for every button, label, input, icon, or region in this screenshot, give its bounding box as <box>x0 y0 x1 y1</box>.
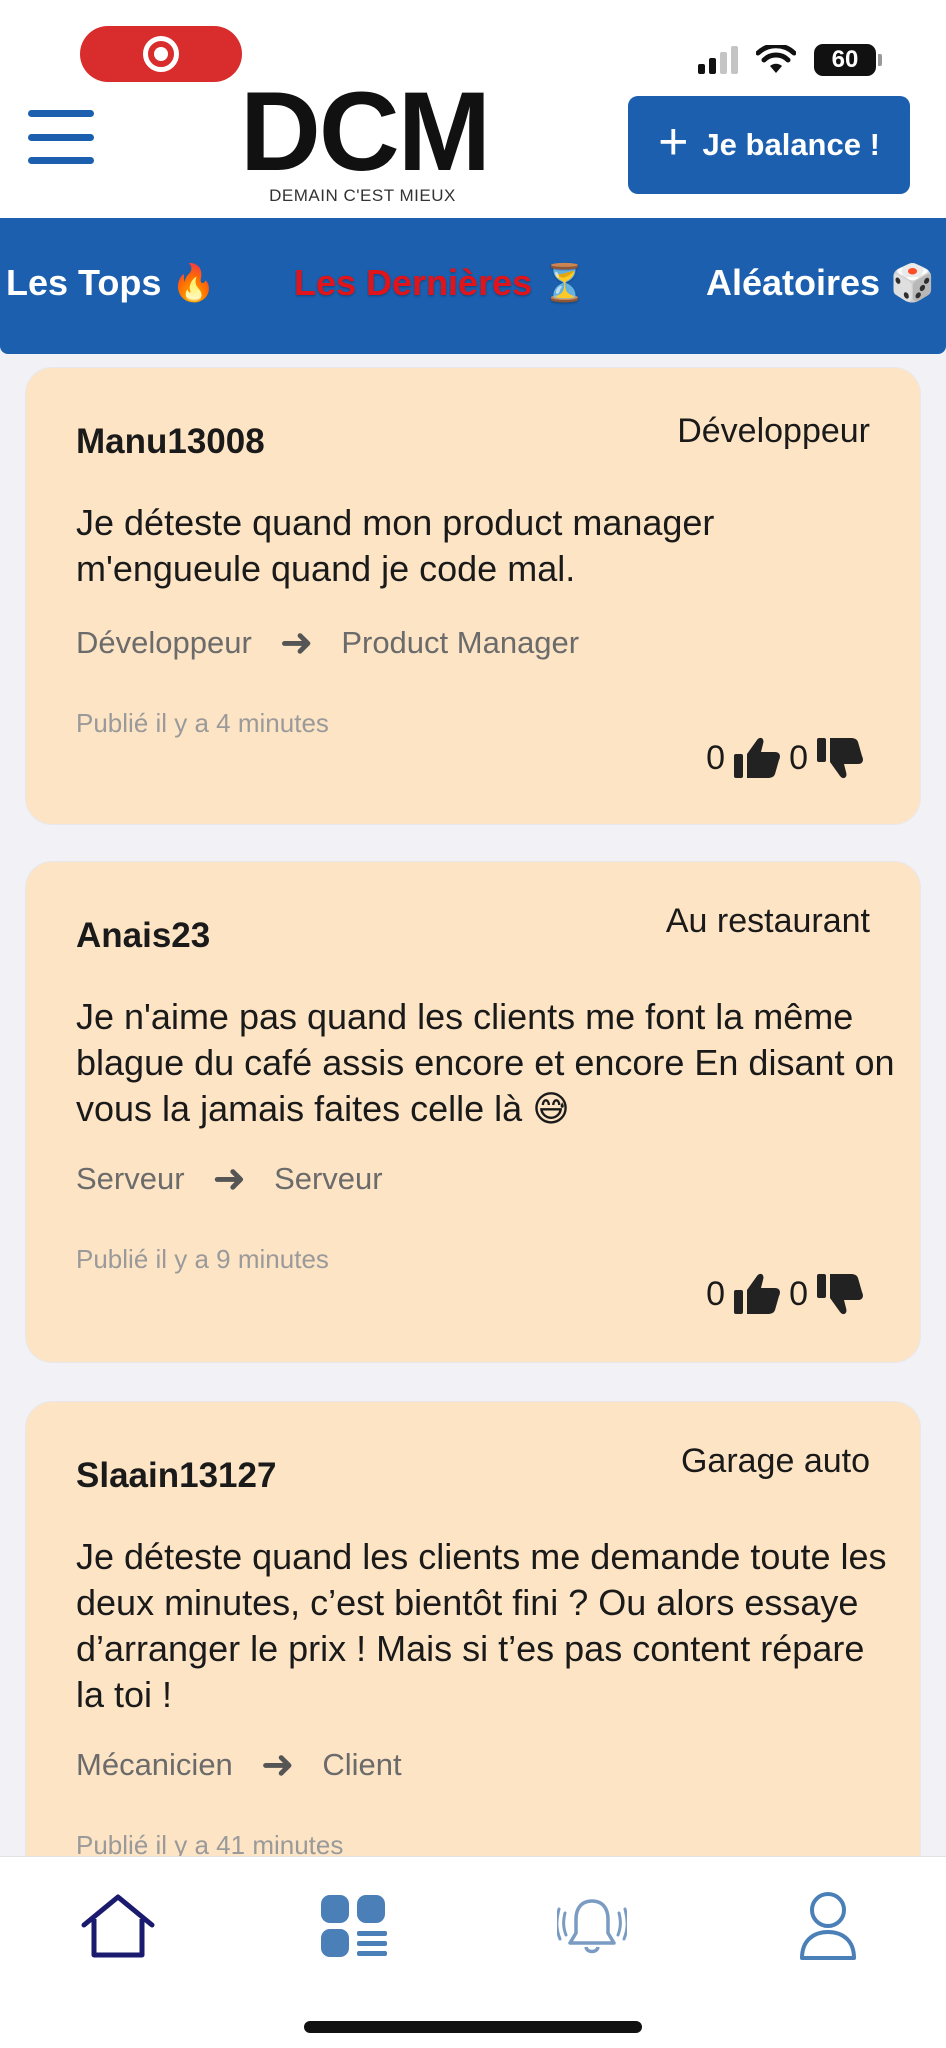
status-icons: 60 <box>698 44 882 76</box>
thumbs-down-icon <box>816 736 864 780</box>
thumbs-up-icon <box>733 1272 781 1316</box>
dislike-button[interactable]: 0 <box>789 736 864 780</box>
dislike-count: 0 <box>789 1274 808 1313</box>
battery-icon: 60 <box>814 44 882 76</box>
arrow-right-icon: ➜ <box>279 621 314 665</box>
plus-icon: + <box>658 113 689 171</box>
post-votes: 0 0 <box>706 736 864 780</box>
thumbs-up-icon <box>733 736 781 780</box>
hourglass-icon: ⏳ <box>542 263 587 304</box>
bell-icon[interactable] <box>542 1881 642 1971</box>
route-from: Développeur <box>76 625 252 660</box>
logo-text: DCM <box>240 69 491 194</box>
post-button-label: Je balance ! <box>702 127 880 162</box>
bottom-nav <box>0 1856 946 2048</box>
route-to: Client <box>322 1747 402 1782</box>
post-author[interactable]: Slaain13127 <box>76 1456 276 1496</box>
posts-feed[interactable]: Manu13008 Développeur Je déteste quand m… <box>0 354 946 1856</box>
wifi-icon <box>756 45 796 73</box>
route-from: Mécanicien <box>76 1747 233 1782</box>
post-category: Développeur <box>677 412 870 450</box>
hamburger-menu-icon[interactable] <box>28 106 94 168</box>
post-route: Développeur ➜ Product Manager <box>76 620 579 666</box>
route-from: Serveur <box>76 1161 185 1196</box>
tab-random[interactable]: Aléatoires 🎲 <box>706 262 935 304</box>
route-to: Product Manager <box>341 625 580 660</box>
arrow-right-icon: ➜ <box>260 1743 295 1787</box>
dislike-count: 0 <box>789 738 808 777</box>
category-tab-bar: Les Tops 🔥 Les Dernières ⏳ Aléatoires 🎲 <box>0 218 946 354</box>
post-author[interactable]: Manu13008 <box>76 422 265 462</box>
post-card[interactable]: Slaain13127 Garage auto Je déteste quand… <box>26 1402 920 1856</box>
post-timestamp: Publié il y a 41 minutes <box>76 1830 344 1856</box>
post-route: Serveur ➜ Serveur <box>76 1156 383 1202</box>
post-category: Garage auto <box>680 1442 870 1480</box>
like-count: 0 <box>706 738 726 777</box>
post-button[interactable]: + Je balance ! <box>628 96 910 194</box>
tab-latest[interactable]: Les Dernières ⏳ <box>294 262 587 304</box>
like-button[interactable]: 0 <box>706 1272 781 1316</box>
tab-label: Aléatoires <box>706 262 881 303</box>
post-text: Je n'aime pas quand les clients me font … <box>76 996 895 1129</box>
fire-icon: 🔥 <box>171 263 217 304</box>
like-count: 0 <box>706 1274 726 1313</box>
post-timestamp: Publié il y a 4 minutes <box>76 708 329 738</box>
home-icon[interactable] <box>68 1881 168 1971</box>
app-header: DCM DEMAIN C'EST MIEUX + Je balance ! <box>0 76 946 218</box>
thumbs-down-icon <box>816 1272 864 1316</box>
post-timestamp: Publié il y a 9 minutes <box>76 1244 329 1274</box>
post-card[interactable]: Manu13008 Développeur Je déteste quand m… <box>26 368 920 824</box>
post-votes: 0 0 <box>706 1272 864 1316</box>
post-category: Au restaurant <box>665 902 870 940</box>
post-route: Mécanicien ➜ Client <box>76 1742 402 1788</box>
arrow-right-icon: ➜ <box>212 1157 247 1201</box>
cellular-signal-icon <box>698 46 738 74</box>
home-indicator[interactable] <box>304 2021 642 2033</box>
profile-icon[interactable] <box>778 1881 878 1971</box>
battery-level: 60 <box>814 44 876 76</box>
tab-tops[interactable]: Les Tops 🔥 <box>6 262 216 304</box>
logo[interactable]: DCM DEMAIN C'EST MIEUX <box>240 69 491 206</box>
post-text: Je déteste quand les clients me demande … <box>76 1536 887 1715</box>
screen-record-icon <box>143 36 179 72</box>
post-card[interactable]: Anais23 Au restaurant Je n'aime pas quan… <box>26 862 920 1362</box>
dislike-button[interactable]: 0 <box>789 1272 864 1316</box>
screen-record-indicator[interactable] <box>80 26 242 82</box>
post-text: Je déteste quand mon product manager m'e… <box>76 502 715 589</box>
tab-label: Les Dernières <box>294 262 533 303</box>
post-author[interactable]: Anais23 <box>76 916 210 956</box>
tab-label: Les Tops <box>6 262 162 303</box>
like-button[interactable]: 0 <box>706 736 781 780</box>
dice-icon: 🎲 <box>890 263 935 304</box>
logo-tagline: DEMAIN C'EST MIEUX <box>269 186 456 205</box>
grid-list-icon[interactable] <box>304 1881 404 1971</box>
route-to: Serveur <box>274 1161 383 1196</box>
